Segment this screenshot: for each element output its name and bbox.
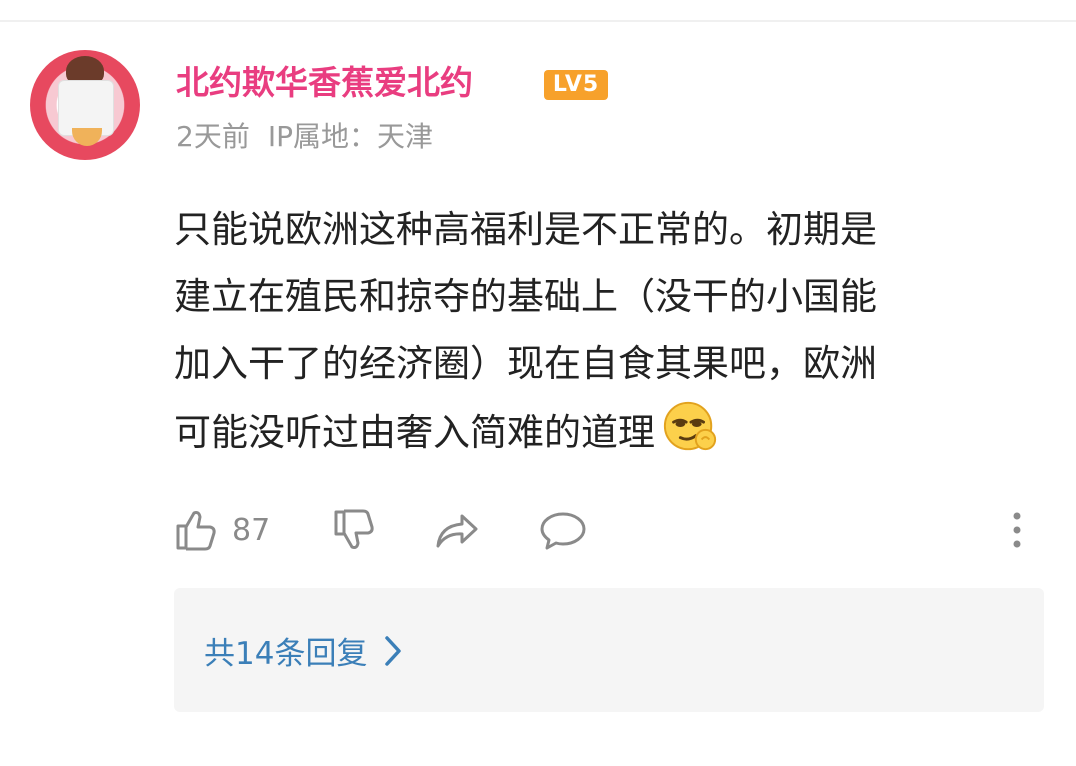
comment-line: 只能说欧洲这种高福利是不正常的。初期是	[174, 208, 877, 251]
smug-face-emoji-icon	[663, 401, 717, 451]
more-vertical-icon	[1013, 512, 1021, 548]
chevron-right-icon	[385, 635, 402, 666]
comment-bubble-icon	[540, 512, 586, 550]
comment-line: 建立在殖民和掠夺的基础上（没干的小国能	[174, 275, 877, 318]
avatar[interactable]	[30, 50, 140, 160]
top-divider	[0, 20, 1076, 22]
more-options-button[interactable]	[1010, 502, 1024, 558]
level-badge: LV5	[544, 70, 608, 100]
thumbs-up-icon	[176, 511, 216, 551]
view-replies-link[interactable]: 共14条回复	[204, 628, 403, 673]
dislike-button[interactable]	[330, 502, 378, 558]
username[interactable]: 北约欺华香蕉爱北约	[176, 62, 473, 104]
ip-location: IP属地：天津	[267, 120, 433, 153]
comment-line: 加入干了的经济圈）现在自食其果吧，欧洲	[174, 342, 877, 385]
like-button[interactable]: 87	[172, 502, 270, 558]
comment-line-last: 可能没听过由奢入简难的道理	[174, 397, 1034, 466]
post-time: 2天前	[176, 120, 250, 153]
comment-body: 只能说欧洲这种高福利是不正常的。初期是 建立在殖民和掠夺的基础上（没干的小国能 …	[174, 196, 1034, 466]
avatar-bowl	[72, 128, 102, 146]
reply-button[interactable]	[538, 502, 588, 558]
share-icon	[436, 514, 478, 548]
share-button[interactable]	[434, 502, 482, 558]
comment-meta: 2天前 IP属地：天津	[176, 118, 433, 156]
replies-box: 共14条回复	[174, 588, 1044, 712]
like-count: 87	[232, 512, 271, 548]
thumbs-down-icon	[334, 509, 374, 549]
comment-line-text: 可能没听过由奢入简难的道理	[174, 411, 655, 454]
action-bar: 87	[172, 502, 1032, 558]
replies-count-label: 共14条回复	[204, 636, 368, 672]
